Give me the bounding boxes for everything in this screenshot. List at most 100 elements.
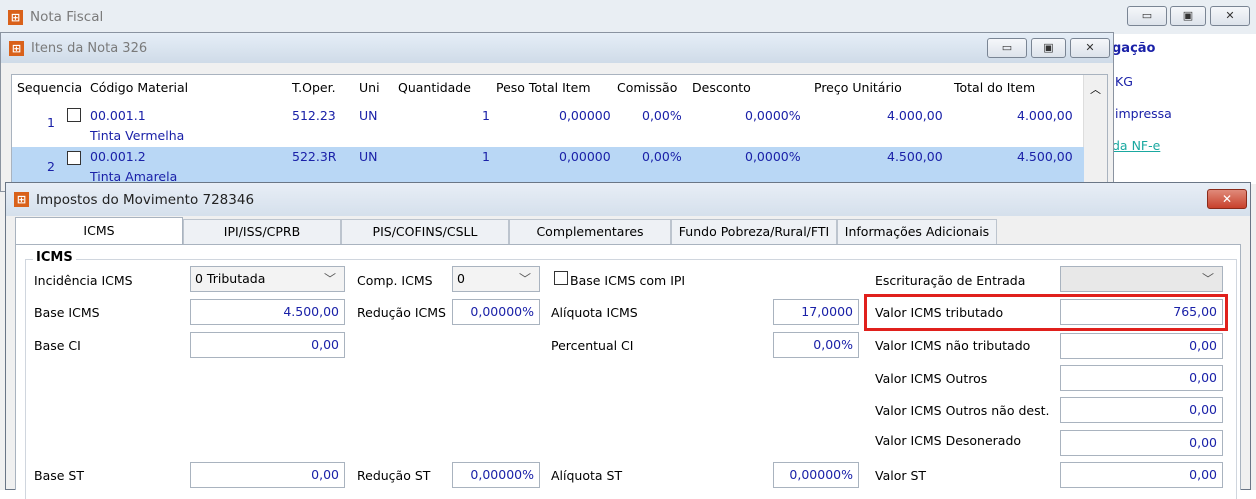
impostos-title: Impostos do Movimento 728346 xyxy=(36,191,255,208)
incidencia-value: 0 Tributada xyxy=(195,271,266,286)
close-icon: ✕ xyxy=(1221,192,1233,206)
impostos-close-button[interactable]: ✕ xyxy=(1207,189,1247,209)
tab-ipi[interactable]: IPI/ISS/CPRB xyxy=(183,219,341,244)
tab-label: Complementares xyxy=(536,224,644,239)
row-peso: 0,00000 xyxy=(559,149,611,164)
col-peso[interactable]: Peso Total Item xyxy=(496,80,591,95)
close-button[interactable]: ✕ xyxy=(1210,6,1250,26)
tab-complementares[interactable]: Complementares xyxy=(509,219,671,244)
col-preco[interactable]: Preço Unitário xyxy=(814,80,902,95)
row-comissao: 0,00% xyxy=(642,149,682,164)
percentual-ci-label: Percentual CI xyxy=(551,338,634,353)
base-icms-field[interactable]: 4.500,00 xyxy=(190,299,345,325)
base-ci-label: Base CI xyxy=(34,338,81,353)
minimize-button[interactable]: ▭ xyxy=(1127,6,1167,26)
col-comissao[interactable]: Comissão xyxy=(617,80,677,95)
row-code: 00.001.2 xyxy=(90,149,146,164)
row-peso: 0,00000 xyxy=(559,108,611,123)
row-desconto: 0,0000% xyxy=(745,108,801,123)
restore-icon: ▣ xyxy=(1182,9,1194,22)
nao-tributado-field[interactable]: 0,00 xyxy=(1060,333,1223,359)
valor-tributado-label: Valor ICMS tributado xyxy=(875,305,1004,320)
app-logo-icon: ⊞ xyxy=(9,40,24,56)
row-qtd: 1 xyxy=(482,108,490,123)
escrituracao-label: Escrituração de Entrada xyxy=(875,273,1026,288)
base-st-label: Base ST xyxy=(34,468,84,483)
row-uni: UN xyxy=(359,149,378,164)
valor-tributado-field[interactable]: 765,00 xyxy=(1060,299,1223,325)
link-nfe[interactable]: da NF-e xyxy=(1112,138,1160,153)
nao-tributado-label: Valor ICMS não tributado xyxy=(875,338,1031,353)
right-panel: gação KG impressa da NF-e xyxy=(1110,34,1256,184)
col-codigo[interactable]: Código Material xyxy=(90,80,188,95)
itens-minimize-button[interactable]: ▭ xyxy=(987,38,1027,58)
tab-label: PIS/COFINS/CSLL xyxy=(372,224,478,239)
chevron-down-icon: ﹀ xyxy=(1201,272,1214,286)
close-icon: ✕ xyxy=(1085,41,1095,54)
incidencia-select[interactable]: 0 Tributada ﹀ xyxy=(190,266,345,292)
tab-pis[interactable]: PIS/COFINS/CSLL xyxy=(341,219,509,244)
escrituracao-select[interactable]: ﹀ xyxy=(1060,266,1223,292)
reducao-st-label: Redução ST xyxy=(357,468,431,483)
aliquota-st-field[interactable]: 0,00000% xyxy=(773,462,859,488)
tab-label: ICMS xyxy=(83,223,115,238)
row-checkbox[interactable] xyxy=(67,151,81,165)
base-ci-field[interactable]: 0,00 xyxy=(190,332,345,358)
tab-label: Fundo Pobreza/Rural/FTI xyxy=(678,224,830,239)
icms-group-title: ICMS xyxy=(33,250,76,265)
row-uni: UN xyxy=(359,108,378,123)
col-uni[interactable]: Uni xyxy=(359,80,380,95)
scroll-up-icon: ︿ xyxy=(1090,83,1101,96)
impostos-titlebar: ⊞ Impostos do Movimento 728346 xyxy=(6,183,1250,216)
comp-icms-label: Comp. ICMS xyxy=(357,273,433,288)
tab-label: Informações Adicionais xyxy=(844,224,990,239)
col-desconto[interactable]: Desconto xyxy=(692,80,751,95)
row-toper: 522.3R xyxy=(292,149,337,164)
reducao-st-field[interactable]: 0,00000% xyxy=(452,462,540,488)
scroll-up-button[interactable]: ︿ xyxy=(1083,75,1107,192)
close-icon: ✕ xyxy=(1225,9,1235,22)
row-total: 4.500,00 xyxy=(1017,149,1073,164)
row-total: 4.000,00 xyxy=(1017,108,1073,123)
row-seq: 2 xyxy=(47,159,55,174)
chevron-down-icon: ﹀ xyxy=(518,272,531,286)
outros-nao-dest-field[interactable]: 0,00 xyxy=(1060,397,1223,423)
itens-close-button[interactable]: ✕ xyxy=(1070,38,1110,58)
col-sequencia[interactable]: Sequencia xyxy=(17,80,82,95)
itens-restore-button[interactable]: ▣ xyxy=(1031,38,1066,58)
valor-st-field[interactable]: 0,00 xyxy=(1060,462,1223,488)
valor-st-label: Valor ST xyxy=(875,468,927,483)
base-st-field[interactable]: 0,00 xyxy=(190,462,345,488)
itens-title: Itens da Nota 326 xyxy=(31,40,148,56)
col-total[interactable]: Total do Item xyxy=(954,80,1035,95)
outros-field[interactable]: 0,00 xyxy=(1060,365,1223,391)
percentual-ci-field[interactable]: 0,00% xyxy=(773,332,859,358)
link-kg[interactable]: KG xyxy=(1115,74,1133,89)
restore-icon: ▣ xyxy=(1043,41,1054,54)
tab-informacoes[interactable]: Informações Adicionais xyxy=(837,219,997,244)
row-desconto: 0,0000% xyxy=(745,149,801,164)
table-row[interactable]: 1 00.001.1 Tinta Vermelha 512.23 UN 1 0,… xyxy=(12,106,1084,143)
comp-icms-select[interactable]: 0 ﹀ xyxy=(452,266,540,292)
desonerado-field[interactable]: 0,00 xyxy=(1060,430,1223,456)
link-impressa[interactable]: impressa xyxy=(1115,106,1172,121)
row-seq: 1 xyxy=(47,115,55,130)
base-icms-ipi-checkbox[interactable] xyxy=(554,271,568,285)
row-qtd: 1 xyxy=(482,149,490,164)
col-quantidade[interactable]: Quantidade xyxy=(398,80,471,95)
restore-button[interactable]: ▣ xyxy=(1170,6,1206,26)
outros-label: Valor ICMS Outros xyxy=(875,371,988,386)
app-logo-icon: ⊞ xyxy=(14,192,29,207)
col-toper[interactable]: T.Oper. xyxy=(292,80,336,95)
minimize-icon: ▭ xyxy=(1001,41,1013,54)
app-logo-icon: ⊞ xyxy=(8,9,23,25)
aliquota-icms-field[interactable]: 17,0000 xyxy=(773,299,859,325)
base-icms-label: Base ICMS xyxy=(34,305,100,320)
tab-icms[interactable]: ICMS xyxy=(15,217,183,245)
reducao-icms-field[interactable]: 0,00000% xyxy=(452,299,540,325)
incidencia-label: Incidência ICMS xyxy=(34,273,133,288)
link-prorrogacao[interactable]: gação xyxy=(1112,41,1156,56)
row-checkbox[interactable] xyxy=(67,108,81,122)
tab-fundo-pobreza[interactable]: Fundo Pobreza/Rural/FTI xyxy=(671,219,837,244)
aliquota-st-label: Alíquota ST xyxy=(551,468,623,483)
